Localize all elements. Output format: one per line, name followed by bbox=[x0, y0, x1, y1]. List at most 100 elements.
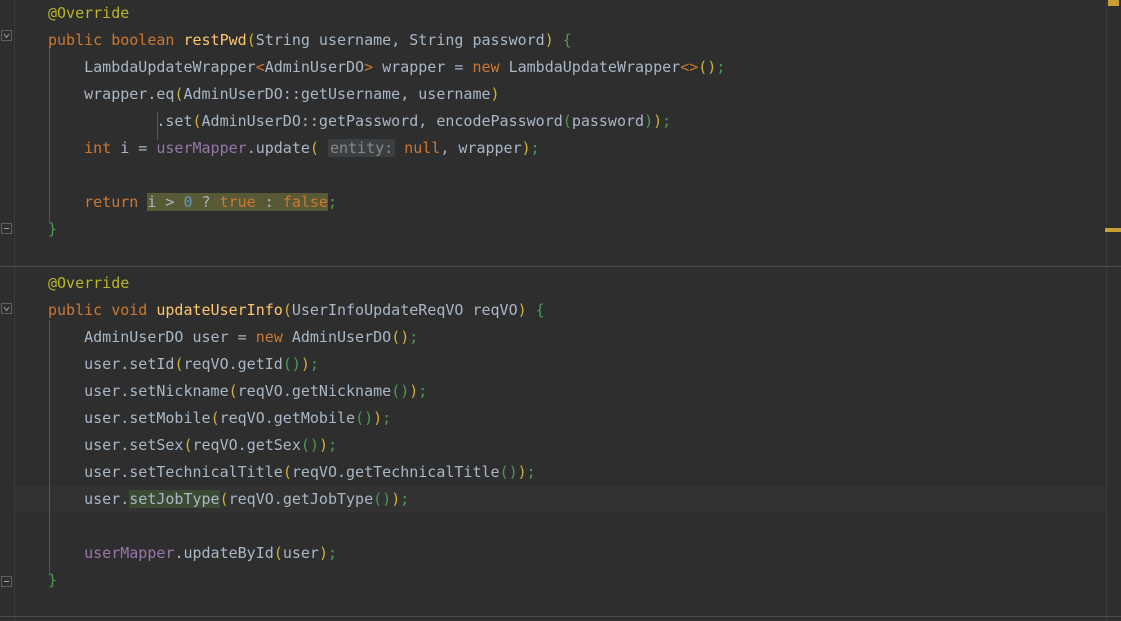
code-line[interactable]: .set(AdminUserDO::getPassword, encodePas… bbox=[0, 108, 1121, 135]
warning-marker-icon[interactable] bbox=[1108, 0, 1119, 6]
code-content[interactable]: @Override public boolean restPwd(String … bbox=[0, 0, 1121, 621]
var-user: user bbox=[84, 490, 121, 508]
code-line[interactable]: LambdaUpdateWrapper<AdminUserDO> wrapper… bbox=[0, 54, 1121, 81]
dot: . bbox=[120, 409, 130, 427]
code-line[interactable]: @Override bbox=[0, 0, 1121, 27]
semicolon: ; bbox=[526, 463, 536, 481]
dot: . bbox=[246, 139, 256, 157]
type-adminuserdo: AdminUserDO bbox=[264, 58, 365, 76]
dot: . bbox=[120, 382, 130, 400]
dot: . bbox=[120, 490, 130, 508]
ctor-lambdaupdatewrapper: LambdaUpdateWrapper bbox=[499, 58, 681, 76]
code-editor[interactable]: @Override public boolean restPwd(String … bbox=[0, 0, 1121, 621]
method-updatebyid: updateById bbox=[183, 544, 274, 562]
code-line-blank[interactable] bbox=[0, 162, 1121, 189]
code-line[interactable]: int i = userMapper.update( entity: null,… bbox=[0, 135, 1121, 162]
method-getjobtype: getJobType bbox=[282, 490, 374, 508]
code-line[interactable]: } bbox=[0, 216, 1121, 243]
ternary-colon: : bbox=[255, 193, 283, 211]
paren: ( bbox=[282, 463, 292, 481]
keyword-return: return bbox=[84, 193, 139, 211]
method-encodepassword: encodePassword bbox=[436, 112, 563, 130]
semicolon: ; bbox=[309, 355, 319, 373]
selection-highlight[interactable]: i > 0 ? true : false bbox=[147, 193, 328, 211]
fold-collapse-icon-updateuserinfo-end[interactable] bbox=[1, 576, 12, 587]
method-update: update bbox=[255, 139, 310, 157]
code-line[interactable]: wrapper.eq(AdminUserDO::getUsername, use… bbox=[0, 81, 1121, 108]
arg-reqvo: reqVO bbox=[237, 382, 283, 400]
paren: ( bbox=[228, 382, 238, 400]
code-line[interactable]: user.setNickname(reqVO.getNickname()); bbox=[0, 378, 1121, 405]
code-line[interactable]: user.setTechnicalTitle(reqVO.getTechnica… bbox=[0, 459, 1121, 486]
fold-collapse-icon-restpwd-end[interactable] bbox=[1, 223, 12, 234]
var-i: i = bbox=[111, 139, 157, 157]
arg-reqvo: reqVO bbox=[291, 463, 337, 481]
dot: . bbox=[237, 436, 247, 454]
type-adminuserdo: AdminUserDO bbox=[84, 328, 184, 346]
number-zero: 0 bbox=[183, 193, 193, 211]
method-setsex: setSex bbox=[129, 436, 184, 454]
method-setjobtype[interactable]: setJobType bbox=[129, 490, 220, 508]
method-settechnicaltitle: setTechnicalTitle bbox=[129, 463, 283, 481]
annotation-override: @Override bbox=[48, 274, 130, 292]
brace-open: { bbox=[553, 31, 572, 49]
paren: () bbox=[355, 409, 374, 427]
code-line-active[interactable]: user.setJobType(reqVO.getJobType()); bbox=[0, 486, 1121, 513]
keyword-public: public bbox=[48, 301, 103, 319]
semicolon: ; bbox=[418, 382, 428, 400]
paren: ) bbox=[544, 31, 554, 49]
method-set: set bbox=[165, 112, 193, 130]
dot: . bbox=[120, 355, 130, 373]
var-user: user bbox=[84, 355, 121, 373]
semicolon: ; bbox=[530, 139, 540, 157]
semicolon: ; bbox=[327, 544, 337, 562]
inlay-hint-entity[interactable]: entity: bbox=[327, 139, 396, 157]
paren: () bbox=[499, 463, 518, 481]
paren: ( bbox=[210, 409, 220, 427]
paren: ( bbox=[183, 436, 193, 454]
dot: . bbox=[264, 409, 274, 427]
editor-markup-strip[interactable] bbox=[1105, 0, 1121, 621]
ternary-question: ? bbox=[192, 193, 220, 211]
semicolon: ; bbox=[716, 58, 726, 76]
keyword-boolean: boolean bbox=[111, 31, 175, 49]
code-line[interactable]: user.setId(reqVO.getId()); bbox=[0, 351, 1121, 378]
var-user: user = bbox=[183, 328, 256, 346]
var-wrapper: wrapper = bbox=[373, 58, 473, 76]
arg-reqvo: reqVO bbox=[228, 490, 274, 508]
editor-bottom-rule bbox=[0, 616, 1121, 617]
semicolon: ; bbox=[400, 490, 410, 508]
comma: , bbox=[418, 112, 437, 130]
var-user: user bbox=[84, 436, 121, 454]
type-string: String bbox=[409, 31, 464, 49]
keyword-false: false bbox=[282, 193, 328, 211]
brace-close: } bbox=[48, 571, 58, 589]
paren: ) bbox=[373, 409, 383, 427]
paren: ) bbox=[517, 301, 527, 319]
comma: , bbox=[440, 139, 459, 157]
semicolon: ; bbox=[382, 409, 392, 427]
dot: . bbox=[120, 436, 130, 454]
code-line[interactable]: } bbox=[0, 567, 1121, 594]
paren: ) bbox=[318, 436, 328, 454]
code-line[interactable]: user.setMobile(reqVO.getMobile()); bbox=[0, 405, 1121, 432]
param-username: username bbox=[309, 31, 392, 49]
code-line[interactable]: userMapper.updateById(user); bbox=[0, 540, 1121, 567]
fold-collapse-icon-updateuserinfo[interactable] bbox=[1, 303, 12, 314]
keyword-new: new bbox=[255, 328, 283, 346]
paren: ) bbox=[517, 463, 527, 481]
code-line[interactable]: AdminUserDO user = new AdminUserDO(); bbox=[0, 324, 1121, 351]
code-line[interactable]: @Override bbox=[0, 270, 1121, 297]
warning-marker-icon[interactable] bbox=[1105, 228, 1121, 232]
code-line[interactable]: return i > 0 ? true : false; bbox=[0, 189, 1121, 216]
code-line-blank[interactable] bbox=[0, 513, 1121, 540]
paren: ( bbox=[309, 139, 328, 157]
code-line[interactable]: public boolean restPwd(String username, … bbox=[0, 27, 1121, 54]
paren: () bbox=[282, 355, 301, 373]
var-user: user bbox=[84, 463, 121, 481]
keyword-int: int bbox=[84, 139, 112, 157]
fold-collapse-icon-restpwd[interactable] bbox=[1, 30, 12, 41]
code-line[interactable]: user.setSex(reqVO.getSex()); bbox=[0, 432, 1121, 459]
brace-open: { bbox=[526, 301, 545, 319]
code-line[interactable]: public void updateUserInfo(UserInfoUpdat… bbox=[0, 297, 1121, 324]
